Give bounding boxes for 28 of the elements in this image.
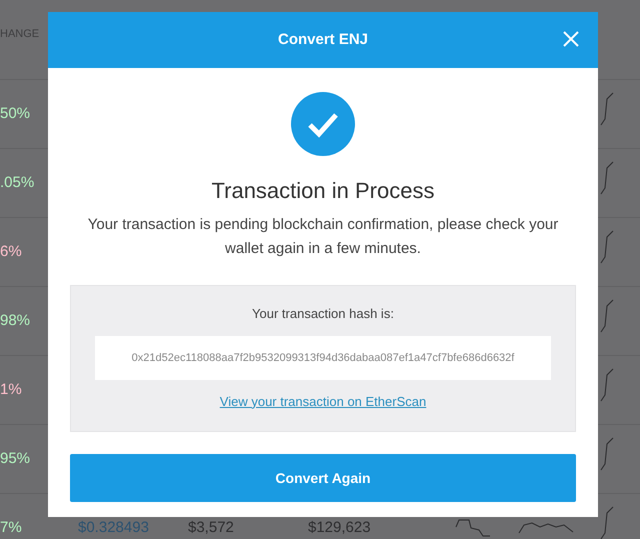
market-cap-value: $129,623 — [308, 518, 372, 538]
sparkline — [600, 230, 614, 264]
sparkline — [600, 92, 614, 126]
convert-again-button[interactable]: Convert Again — [70, 454, 576, 502]
sparkline — [600, 299, 614, 333]
sparkline — [455, 519, 491, 537]
dialog-heading: Transaction in Process — [212, 177, 434, 205]
change-value: 98% — [0, 310, 32, 331]
sparkline — [600, 368, 614, 402]
check-icon — [291, 92, 355, 156]
modal-title: Convert ENJ — [278, 30, 368, 50]
status-message: Your transaction is pending blockchain confirmation, please check your wallet again in a few minutes. — [86, 215, 560, 259]
change-value: 6% — [0, 242, 23, 262]
sparkline — [518, 522, 574, 534]
hash-label: Your transaction hash is: — [252, 305, 394, 323]
etherscan-link[interactable]: View your transaction on EtherScan — [220, 392, 426, 411]
hash-field[interactable]: 0x21d52ec118088aa7f2b9532099313f94d36dabaa087ef1a47cf7bfe686d6632f — [95, 336, 551, 380]
change-value: 7% — [0, 518, 23, 538]
volume-value: $3,572 — [188, 518, 235, 538]
change-value: 50% — [0, 104, 32, 124]
sparkline — [600, 161, 614, 195]
change-value: 1% — [0, 380, 23, 400]
change-value: .05% — [0, 172, 36, 193]
sparkline — [600, 437, 614, 471]
price-link[interactable]: $0.328493 — [78, 516, 188, 539]
close-icon[interactable] — [562, 30, 580, 48]
sparkline — [600, 506, 614, 539]
change-value: 95% — [0, 448, 32, 469]
